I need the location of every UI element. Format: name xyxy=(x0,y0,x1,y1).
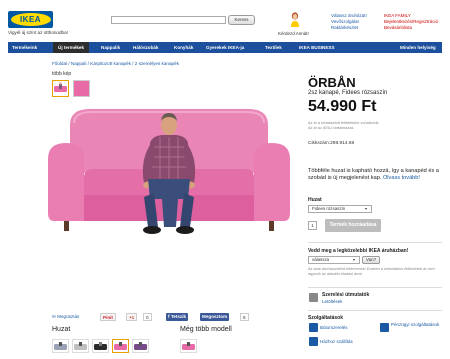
sofa-thumb-icon xyxy=(54,82,67,92)
cover-swatch-4-selected[interactable] xyxy=(112,339,129,353)
services-heading: Szolgáltatások xyxy=(308,315,344,321)
divider xyxy=(308,287,442,288)
breadcrumb[interactable]: Főoldal / Nappali / Kárpitozott kanapék … xyxy=(52,61,179,66)
nav-item-textiles[interactable]: Textilek xyxy=(265,42,282,53)
logo-text: IKEA xyxy=(10,13,51,26)
google-plus-button[interactable]: +1 xyxy=(126,313,138,321)
facebook-like-button[interactable]: f Tetszik xyxy=(166,313,189,321)
read-more-link[interactable]: Olvass tovább! xyxy=(383,175,420,181)
nav-item-business[interactable]: IKEA BUSINESS xyxy=(299,42,335,53)
sofa-icon xyxy=(114,342,127,350)
email-share-button[interactable]: ✉ Megosztás xyxy=(52,313,79,321)
add-to-cart-button[interactable]: Termék hozzáadása xyxy=(325,219,381,232)
facebook-share-button[interactable]: Megosztom xyxy=(200,313,230,321)
downloads-link[interactable]: Letöltések xyxy=(322,299,343,304)
assembly-label: Szerelési útmutatók xyxy=(322,292,370,298)
finance-service-icon xyxy=(380,323,389,332)
search-input[interactable] xyxy=(111,16,226,24)
chevron-down-icon: ▾ xyxy=(353,257,356,262)
cover-label: Huzat xyxy=(308,197,322,203)
divider xyxy=(308,310,442,311)
assembly-service-icon xyxy=(309,323,318,332)
nav-item-children[interactable]: Gyerekek IKEA-ja xyxy=(206,42,244,53)
thumbnail-fabric[interactable] xyxy=(73,80,90,97)
stock-link[interactable]: Raktárkészlet xyxy=(331,25,367,31)
store-note: Az árak áruházanként eltérhetnek! Ezekér… xyxy=(308,267,435,276)
nav-item-bedrooms[interactable]: Hálószobák xyxy=(133,42,159,53)
cover-swatch-5[interactable] xyxy=(132,339,149,353)
more-images-label: több kép xyxy=(52,71,72,77)
nav-item-kitchens[interactable]: Konyhák xyxy=(174,42,193,53)
covers-heading: Huzat xyxy=(52,326,71,333)
google-plus-count: 0 xyxy=(143,313,152,321)
pinterest-button[interactable]: Pinit xyxy=(100,313,116,321)
product-price: 54.990 Ft xyxy=(308,98,377,115)
store-heading: Vedd meg a legközelebbi IKEA áruházban! xyxy=(308,248,409,254)
tagline: Vigyél új színt az otthonodba! xyxy=(8,30,68,35)
delivery-service-link[interactable]: Házhoz szállítás xyxy=(320,339,353,344)
ikea-logo[interactable]: IKEA xyxy=(8,11,53,28)
price-note-2: Az ár az ÁFA-t tartalmazza. xyxy=(308,126,355,130)
ask-anna-link[interactable]: Kérdezd Annát! xyxy=(278,31,309,36)
cover-swatch-3[interactable] xyxy=(92,339,109,353)
anna-avatar-icon[interactable] xyxy=(290,12,300,27)
search-button[interactable]: Keress xyxy=(228,15,255,25)
cover-swatch-2[interactable] xyxy=(72,339,89,353)
shopping-list-link[interactable]: Bevásárlólista xyxy=(384,25,438,31)
article-number: Cikkszám:298.914.68 xyxy=(308,141,355,146)
product-image xyxy=(48,109,290,234)
sofa-icon xyxy=(74,342,87,350)
delivery-truck-icon xyxy=(309,337,318,346)
sofa-icon xyxy=(94,342,107,350)
finance-service-link[interactable]: Pénzügyi szolgáltatások xyxy=(391,322,441,327)
chevron-down-icon: ▾ xyxy=(365,206,368,211)
sofa-icon xyxy=(182,342,195,350)
cover-select[interactable]: Fidees rózsaszín xyxy=(308,205,372,213)
quantity-input[interactable]: 1 xyxy=(308,221,317,230)
cover-swatch-1[interactable] xyxy=(52,339,69,353)
divider xyxy=(308,242,442,243)
facebook-count: 6 xyxy=(240,313,249,321)
nav-item-all-rooms[interactable]: Minden helyiség xyxy=(400,42,436,53)
nav-item-products[interactable]: Termékeink xyxy=(12,42,37,53)
product-subtitle: 2sz kanapé, Fidees rózsaszín xyxy=(308,90,388,96)
check-stock-button[interactable]: Van? xyxy=(362,256,380,264)
more-models-heading: Még több modell xyxy=(180,326,232,333)
pdf-document-icon xyxy=(309,293,318,302)
sofa-icon xyxy=(54,342,67,350)
main-nav: Termékeink Új termékek Nappalik Hálószob… xyxy=(8,42,442,53)
top-links-blue: Válassz áruházat! Vevőszolgálat Raktárké… xyxy=(331,13,367,31)
thumbnail-sofa-with-man[interactable] xyxy=(52,80,69,97)
nav-item-new-products[interactable]: Új termékek xyxy=(53,42,90,53)
top-links-red: IKEA FAMILY Bejelentkezés/Regisztráció B… xyxy=(384,13,438,31)
product-name: ÖRBÅN xyxy=(308,75,356,90)
sofa-icon xyxy=(134,342,147,350)
product-description: Többféle huzat is kapható hozzá, így a k… xyxy=(308,168,440,182)
nav-item-living-rooms[interactable]: Nappalik xyxy=(101,42,120,53)
assembly-service-link[interactable]: Bútorszerelés xyxy=(320,325,348,330)
model-thumb-1[interactable] xyxy=(180,339,197,353)
